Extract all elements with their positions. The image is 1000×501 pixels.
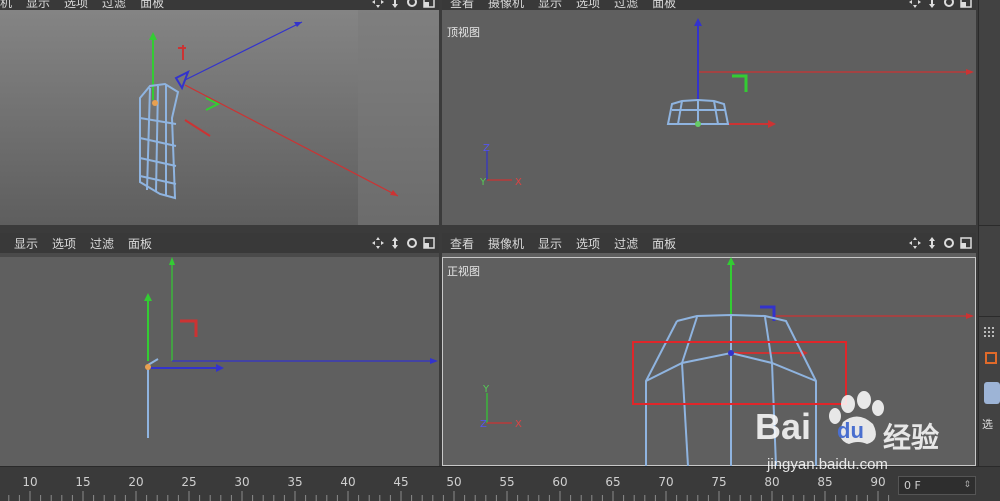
side-view-scene bbox=[0, 253, 439, 438]
tick-label: 15 bbox=[75, 475, 91, 489]
tick-label: 55 bbox=[499, 475, 515, 489]
tick-label: 10 bbox=[22, 475, 38, 489]
current-frame-value: 0 F bbox=[904, 479, 921, 492]
axis-right-label: X bbox=[515, 177, 522, 188]
watermark-suffix: 经验 bbox=[883, 421, 940, 454]
tick-label: 45 bbox=[393, 475, 409, 489]
mesh-object[interactable] bbox=[139, 82, 180, 200]
mesh-object[interactable] bbox=[666, 98, 730, 125]
tick-label: 60 bbox=[552, 475, 568, 489]
tick-label: 25 bbox=[181, 475, 197, 489]
axis-up-label: Z bbox=[483, 143, 490, 154]
axis-origin-label: Z bbox=[480, 419, 487, 430]
watermark-url: jingyan.baidu.com bbox=[767, 456, 888, 473]
watermark-brand-right: du bbox=[837, 418, 864, 443]
watermark-brand-left: Bai bbox=[755, 406, 812, 447]
axis-right-label: X bbox=[515, 419, 522, 430]
attribute-panel-strip: 选 bbox=[978, 0, 1000, 501]
viewport-perspective[interactable]: 机 显示 选项 过滤 面板 bbox=[0, 0, 439, 225]
tick-label: 70 bbox=[658, 475, 674, 489]
tick-label: 20 bbox=[128, 475, 144, 489]
tick-label: 35 bbox=[287, 475, 303, 489]
object-mode-icon[interactable] bbox=[985, 352, 997, 364]
tick-label: 75 bbox=[711, 475, 727, 489]
panel-tab-label[interactable]: 选 bbox=[982, 416, 993, 432]
viewport-top[interactable]: 查看 摄像机 显示 选项 过滤 面板 顶视图 Z Y X bbox=[442, 0, 976, 225]
tick-label: 50 bbox=[446, 475, 462, 489]
frame-stepper-icon[interactable]: ⇕ bbox=[963, 477, 971, 494]
viewport-right[interactable]: 显示 选项 过滤 面板 bbox=[0, 233, 439, 466]
active-tool-button[interactable] bbox=[984, 382, 1000, 404]
axis-up-label: Y bbox=[482, 384, 490, 395]
current-frame-field[interactable]: 0 F ⇕ bbox=[898, 476, 976, 495]
grid-handle-icon[interactable] bbox=[983, 326, 999, 340]
top-view-scene: Z Y X bbox=[479, 18, 974, 188]
baidu-watermark: Bai du 经验 jingyan.baidu.com bbox=[755, 388, 970, 478]
tick-label: 40 bbox=[340, 475, 356, 489]
mesh-object[interactable] bbox=[147, 358, 159, 438]
perspective-scene bbox=[139, 10, 439, 225]
tick-label: 65 bbox=[605, 475, 621, 489]
tick-label: 30 bbox=[234, 475, 250, 489]
axis-origin-label: Y bbox=[479, 177, 487, 188]
